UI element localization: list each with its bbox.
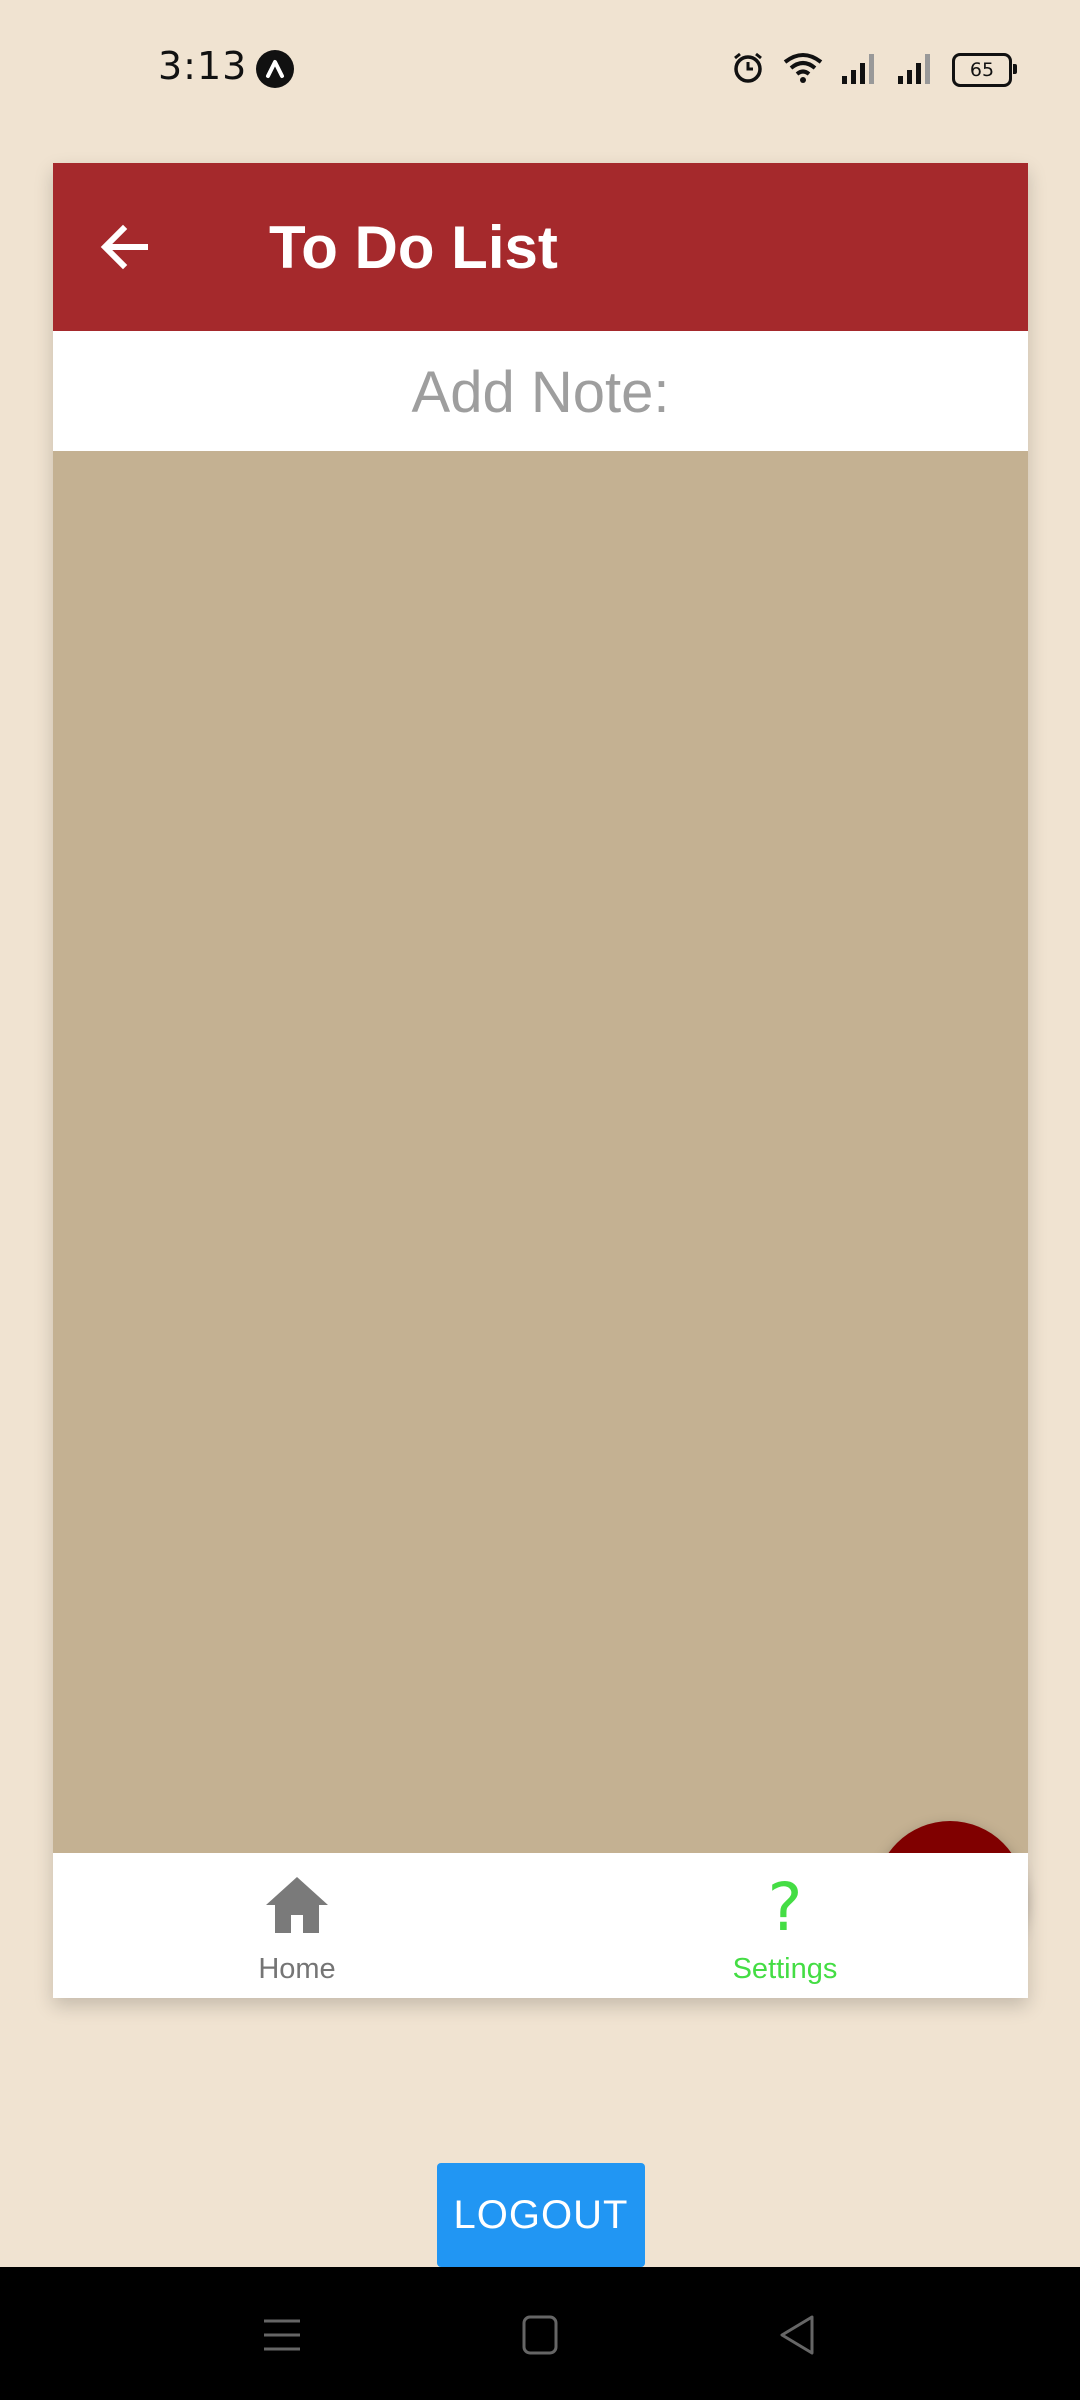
tab-home-label: Home bbox=[258, 1953, 336, 1985]
app-header: To Do List bbox=[53, 163, 1028, 331]
question-mark-icon: ? bbox=[767, 1869, 803, 1946]
signal-icon bbox=[840, 50, 880, 91]
battery-icon: 65 bbox=[952, 53, 1017, 87]
menu-icon[interactable] bbox=[254, 2307, 310, 2363]
page-title: To Do List bbox=[269, 214, 558, 281]
bottom-tab-bar: Home ? Settings bbox=[53, 1853, 1028, 1998]
tab-settings-label: Settings bbox=[732, 1953, 838, 1985]
wifi-icon bbox=[782, 50, 824, 91]
system-nav-bar bbox=[0, 2267, 1080, 2400]
home-icon bbox=[264, 1875, 330, 1940]
home-square-icon[interactable] bbox=[512, 2307, 568, 2363]
tab-home[interactable]: Home bbox=[53, 1853, 541, 1998]
add-note-label: Add Note: bbox=[411, 360, 670, 425]
back-triangle-icon[interactable] bbox=[770, 2307, 826, 2363]
note-list-area bbox=[53, 451, 1028, 1971]
tab-settings[interactable]: ? Settings bbox=[541, 1853, 1029, 1998]
status-icons: 65 bbox=[730, 50, 1017, 91]
logout-button[interactable]: LOGOUT bbox=[437, 2163, 645, 2267]
alarm-icon bbox=[730, 50, 766, 91]
status-time: 3:13 bbox=[158, 44, 248, 88]
back-arrow-icon[interactable] bbox=[93, 215, 157, 279]
add-note-bar[interactable]: Add Note: bbox=[53, 331, 1028, 451]
app-notification-icon bbox=[256, 50, 294, 88]
signal-icon bbox=[896, 50, 936, 91]
app-frame: To Do List Add Note: Home ? Settings bbox=[53, 163, 1028, 1998]
status-bar: 3:13 65 bbox=[0, 0, 1080, 140]
